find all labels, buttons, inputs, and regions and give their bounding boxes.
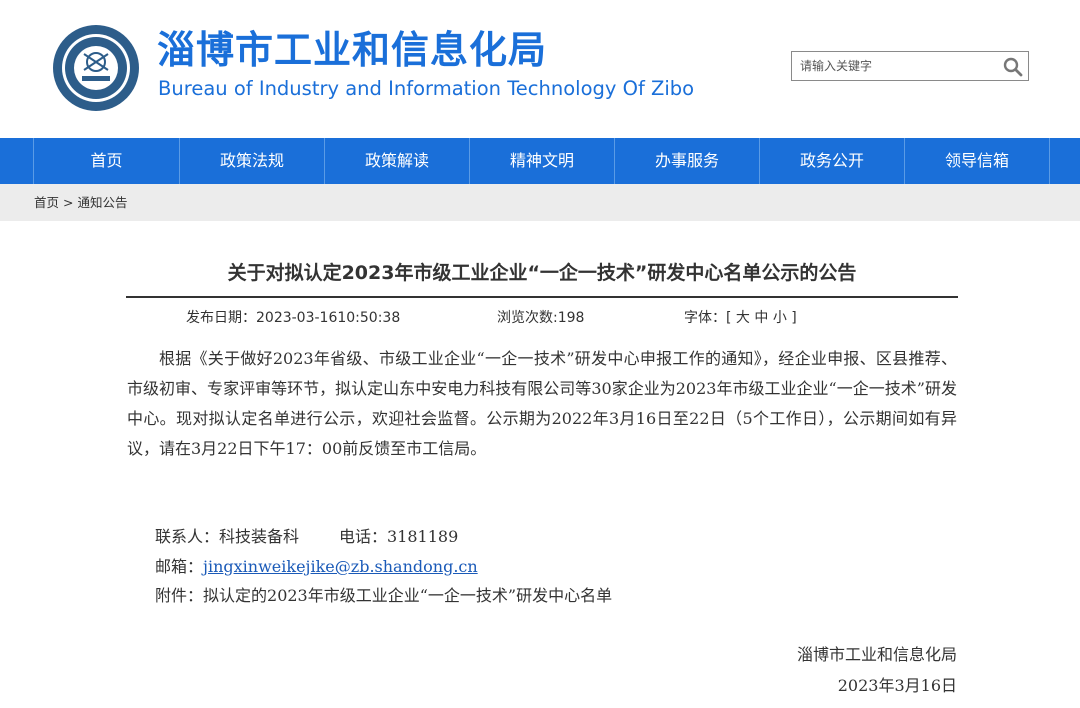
phone-label: 电话：3181189: [339, 527, 459, 546]
attachment-line: 附件：拟认定的2023年市级工业企业“一企一技术”研发中心名单: [155, 581, 612, 611]
font-size-label: 字体：[: [684, 310, 732, 326]
email-link[interactable]: jingxinweikejike@zb.shandong.cn: [203, 557, 478, 576]
attachment-name: 拟认定的2023年市级工业企业“一企一技术”研发中心名单: [203, 586, 613, 605]
title-divider: [126, 296, 958, 298]
contact-line: 联系人：科技装备科 电话：3181189: [155, 522, 458, 552]
search-input[interactable]: [800, 56, 990, 76]
nav-item-services[interactable]: 办事服务: [614, 138, 759, 184]
attachment-label: 附件：: [155, 586, 204, 605]
font-size-large-button[interactable]: 大: [736, 310, 750, 326]
publish-date-value: 2023-03-1610:50:38: [256, 310, 401, 326]
font-size-medium-button[interactable]: 中: [754, 310, 768, 326]
nav-item-gov-affairs[interactable]: 政务公开: [759, 138, 904, 184]
breadcrumb-separator: >: [63, 195, 74, 210]
article-body: 根据《关于做好2023年省级、市级工业企业“一企一技术”研发中心申报工作的通知》…: [127, 349, 957, 458]
nav-item-leader-mailbox[interactable]: 领导信箱: [904, 138, 1050, 184]
search-box: [791, 51, 1029, 81]
seal-logo-icon[interactable]: [52, 24, 140, 112]
breadcrumb-home-link[interactable]: 首页: [34, 195, 59, 210]
view-count-value: 198: [557, 310, 585, 326]
publish-date: 发布日期：2023-03-1610:50:38: [186, 306, 400, 330]
nav-item-policies[interactable]: 政策法规: [179, 138, 324, 184]
contact-label: 联系人：科技装备科: [155, 527, 300, 546]
font-size-close-bracket: ]: [791, 310, 797, 326]
nav-item-home[interactable]: 首页: [33, 138, 179, 184]
breadcrumb-current-link[interactable]: 通知公告: [77, 195, 127, 210]
breadcrumb: 首页 > 通知公告: [0, 184, 1080, 221]
main-nav: 首页 政策法规 政策解读 精神文明 办事服务 政务公开 领导信箱: [0, 138, 1080, 184]
site-header: 淄博市工业和信息化局 Bureau of Industry and Inform…: [0, 0, 1080, 138]
view-count: 浏览次数:198: [497, 306, 584, 330]
font-size-control: 字体：[ 大 中 小 ]: [684, 306, 797, 330]
view-count-label: 浏览次数:: [497, 310, 558, 326]
nav-item-civilization[interactable]: 精神文明: [469, 138, 614, 184]
email-label: 邮箱：: [155, 557, 204, 576]
site-subtitle: Bureau of Industry and Information Techn…: [158, 77, 695, 100]
article-title: 关于对拟认定2023年市级工业企业“一企一技术”研发中心名单公示的公告: [227, 262, 857, 284]
signature-org: 淄博市工业和信息化局: [796, 645, 957, 664]
signature-date: 2023年3月16日: [837, 676, 957, 695]
search-icon[interactable]: [1002, 56, 1024, 78]
email-line: 邮箱：jingxinweikejike@zb.shandong.cn: [155, 552, 478, 582]
font-size-small-button[interactable]: 小: [773, 310, 787, 326]
nav-item-policy-interpretation[interactable]: 政策解读: [324, 138, 469, 184]
publish-date-label: 发布日期：: [186, 310, 256, 326]
site-title: 淄博市工业和信息化局: [157, 28, 548, 72]
